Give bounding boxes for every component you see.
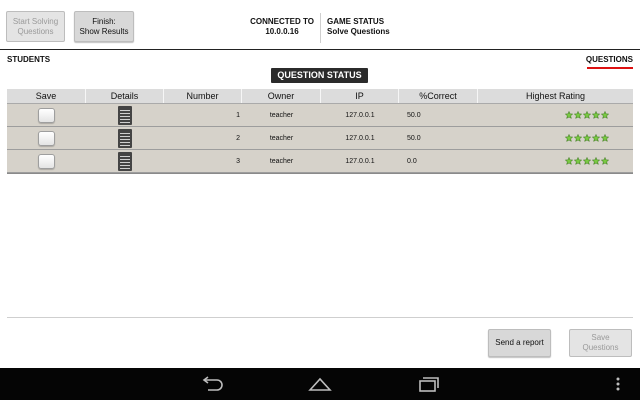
header-highest-rating: Highest Rating xyxy=(525,91,586,101)
connection-label: CONNECTED TO xyxy=(250,17,314,26)
save-questions-label: Save Questions xyxy=(582,333,619,352)
overflow-menu-icon[interactable] xyxy=(612,375,624,393)
finish-show-results-button[interactable]: Finish: Show Results xyxy=(74,11,134,42)
send-report-button[interactable]: Send a report xyxy=(488,329,551,357)
notepad-icon[interactable] xyxy=(118,151,132,171)
star-icon xyxy=(574,111,582,119)
save-checkbox[interactable] xyxy=(38,130,55,146)
star-icon xyxy=(601,157,609,165)
header-correct: %Correct xyxy=(399,89,478,103)
star-icon xyxy=(592,134,600,142)
star-icon xyxy=(583,111,591,119)
rating-stars xyxy=(565,134,609,142)
rating-stars xyxy=(565,111,609,119)
star-icon xyxy=(583,157,591,165)
system-navigation-bar xyxy=(0,368,640,400)
tab-questions[interactable]: QUESTIONS xyxy=(586,55,633,64)
star-icon xyxy=(601,111,609,119)
table-header: Save Details Number Owner IP %Correct Hi… xyxy=(7,89,633,104)
highest-rating xyxy=(478,150,633,172)
star-icon xyxy=(565,134,573,142)
section-title: QUESTION STATUS xyxy=(271,68,368,83)
header-owner: Owner xyxy=(242,89,321,103)
connection-status: CONNECTED TO 10.0.0.16 xyxy=(246,17,318,37)
star-icon xyxy=(601,134,609,142)
question-correct: 50.0 xyxy=(407,134,421,142)
star-icon xyxy=(592,111,600,119)
save-checkbox[interactable] xyxy=(38,107,55,123)
highest-rating xyxy=(478,127,633,149)
header-ip: IP xyxy=(321,89,399,103)
recent-apps-icon[interactable] xyxy=(417,375,441,393)
tab-students[interactable]: STUDENTS xyxy=(7,55,50,64)
star-icon xyxy=(574,134,582,142)
star-icon xyxy=(574,157,582,165)
star-icon xyxy=(565,157,573,165)
header-save: Save xyxy=(7,89,86,103)
question-number: 2 xyxy=(236,134,240,142)
question-owner: teacher xyxy=(269,134,294,142)
star-icon xyxy=(565,111,573,119)
question-ip: 127.0.0.1 xyxy=(345,157,375,165)
notepad-icon[interactable] xyxy=(118,105,132,125)
question-status-table: Save Details Number Owner IP %Correct Hi… xyxy=(7,89,633,174)
question-ip: 127.0.0.1 xyxy=(345,111,375,119)
top-toolbar: Start Solving Questions Finish: Show Res… xyxy=(0,0,640,50)
game-status: GAME STATUS Solve Questions xyxy=(327,17,390,37)
question-number: 1 xyxy=(236,111,240,119)
header-details: Details xyxy=(86,89,164,103)
highest-rating xyxy=(478,104,633,126)
table-row: 2 teacher 127.0.0.1 50.0 xyxy=(7,127,633,150)
active-tab-indicator xyxy=(587,67,633,69)
question-number: 3 xyxy=(236,157,240,165)
start-solving-label: Start Solving Questions xyxy=(12,16,59,36)
send-report-label: Send a report xyxy=(495,338,544,347)
game-status-label: GAME STATUS xyxy=(327,17,385,26)
question-ip: 127.0.0.1 xyxy=(345,134,375,142)
home-icon[interactable] xyxy=(308,375,332,393)
question-owner: teacher xyxy=(269,111,294,119)
start-solving-button[interactable]: Start Solving Questions xyxy=(6,11,65,42)
question-correct: 50.0 xyxy=(407,111,421,119)
header-number: Number xyxy=(164,89,242,103)
connection-address: 10.0.0.16 xyxy=(265,27,299,36)
star-icon xyxy=(583,134,591,142)
notepad-icon[interactable] xyxy=(118,128,132,148)
back-arrow-icon[interactable] xyxy=(200,375,224,393)
table-row: 1 teacher 127.0.0.1 50.0 xyxy=(7,104,633,127)
save-checkbox[interactable] xyxy=(38,153,55,169)
save-questions-button[interactable]: Save Questions xyxy=(569,329,632,357)
table-row: 3 teacher 127.0.0.1 0.0 xyxy=(7,150,633,173)
footer-divider xyxy=(7,317,633,318)
finish-label: Finish: Show Results xyxy=(79,16,129,36)
game-status-value: Solve Questions xyxy=(327,27,390,36)
rating-stars xyxy=(565,157,609,165)
star-icon xyxy=(592,157,600,165)
question-correct: 0.0 xyxy=(407,157,417,165)
question-owner: teacher xyxy=(269,157,294,165)
header-divider xyxy=(320,13,321,43)
